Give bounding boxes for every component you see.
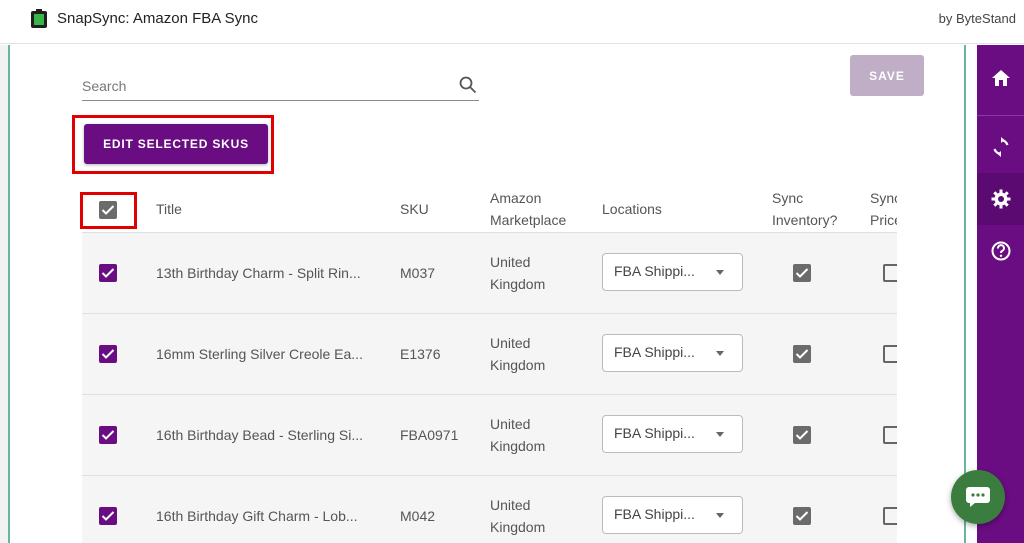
row-title: 16th Birthday Gift Charm - Lob... [156, 508, 358, 524]
sidebar-item-home[interactable] [977, 52, 1024, 104]
location-select-value: FBA Shippi... [614, 263, 695, 279]
table-row[interactable]: 13th Birthday Charm - Split Rin... M037 … [82, 232, 897, 313]
search-input[interactable] [82, 75, 442, 97]
sidebar-divider [977, 115, 1024, 116]
location-select[interactable]: FBA Shippi... [602, 334, 743, 372]
sync-inventory-checkbox[interactable] [793, 426, 811, 444]
home-icon [991, 70, 1010, 86]
row-marketplace-line1: United [490, 416, 531, 432]
location-select[interactable]: FBA Shippi... [602, 253, 743, 291]
chevron-down-icon [716, 513, 724, 518]
sidebar [977, 45, 1024, 543]
row-sku: E1376 [400, 346, 441, 362]
table-row[interactable]: 16mm Sterling Silver Creole Ea... E1376 … [82, 313, 897, 394]
check-icon [101, 349, 115, 359]
sync-inventory-checkbox[interactable] [793, 264, 811, 282]
select-all-checkbox[interactable] [99, 201, 117, 219]
sync-icon [992, 137, 1009, 157]
chevron-down-icon [716, 270, 724, 275]
settings-icon [991, 189, 1010, 209]
sync-price-checkbox[interactable] [883, 345, 897, 363]
sidebar-item-sync[interactable] [977, 121, 1024, 173]
row-marketplace-line1: United [490, 497, 531, 513]
header-sync-price-line1: Sync [870, 190, 897, 206]
row-marketplace-line1: United [490, 335, 531, 351]
sync-inventory-checkbox[interactable] [793, 507, 811, 525]
chevron-down-icon [716, 432, 724, 437]
header-sync-inventory-line2: Inventory? [772, 212, 838, 228]
location-select-value: FBA Shippi... [614, 344, 695, 360]
sidebar-item-help[interactable] [977, 225, 1024, 277]
location-select[interactable]: FBA Shippi... [602, 415, 743, 453]
search-field [82, 71, 479, 101]
sync-price-checkbox[interactable] [883, 507, 897, 525]
chevron-down-icon [716, 351, 724, 356]
header-sync-inventory-line1: Sync [772, 190, 804, 206]
row-title: 13th Birthday Charm - Split Rin... [156, 265, 361, 281]
location-select-value: FBA Shippi... [614, 425, 695, 441]
background-strip [0, 45, 8, 543]
app-logo-icon [31, 9, 47, 28]
location-select-value: FBA Shippi... [614, 506, 695, 522]
header-sync-price-line2: Price? [870, 212, 897, 228]
header-sku[interactable]: SKU [400, 198, 429, 220]
row-marketplace-line2: Kingdom [490, 357, 546, 373]
app-header: SnapSync: Amazon FBA Sync by ByteStand [0, 0, 1024, 44]
header-locations: Locations [602, 201, 662, 217]
check-icon [795, 430, 809, 440]
check-icon [795, 511, 809, 521]
check-icon [795, 349, 809, 359]
row-marketplace-line2: Kingdom [490, 438, 546, 454]
row-sku: M042 [400, 508, 436, 524]
row-title: 16th Birthday Bead - Sterling Si... [156, 427, 363, 443]
check-icon [101, 205, 115, 215]
row-title: 16mm Sterling Silver Creole Ea... [156, 346, 363, 362]
chat-icon [966, 487, 990, 507]
location-select[interactable]: FBA Shippi... [602, 496, 743, 534]
chat-launcher-button[interactable] [951, 470, 1005, 524]
app-byline: by ByteStand [938, 11, 1016, 26]
row-marketplace-line2: Kingdom [490, 276, 546, 292]
table-row[interactable]: 16th Birthday Gift Charm - Lob... M042 U… [82, 475, 897, 543]
sidebar-item-settings[interactable] [977, 173, 1024, 225]
row-select-checkbox[interactable] [99, 426, 117, 444]
sync-inventory-checkbox[interactable] [793, 345, 811, 363]
check-icon [795, 268, 809, 278]
help-icon [991, 241, 1010, 261]
sync-price-checkbox[interactable] [883, 426, 897, 444]
row-marketplace-line2: Kingdom [490, 519, 546, 535]
main-panel: SAVE EDIT SELECTED SKUS Title SKU Amazon… [8, 45, 966, 543]
check-icon [101, 430, 115, 440]
edit-selected-skus-button[interactable]: EDIT SELECTED SKUS [84, 124, 268, 164]
row-select-checkbox[interactable] [99, 264, 117, 282]
sku-table: Title SKU Amazon Marketplace Locations S… [82, 185, 897, 543]
header-marketplace-line2: Marketplace [490, 212, 567, 228]
row-select-checkbox[interactable] [99, 507, 117, 525]
header-title[interactable]: Title [156, 198, 182, 220]
save-button[interactable]: SAVE [850, 55, 924, 96]
row-sku: M037 [400, 265, 436, 281]
app-title: SnapSync: Amazon FBA Sync [57, 10, 258, 27]
table-row[interactable]: 16th Birthday Bead - Sterling Si... FBA0… [82, 394, 897, 475]
sync-price-checkbox[interactable] [883, 264, 897, 282]
search-icon[interactable] [459, 76, 477, 94]
check-icon [101, 511, 115, 521]
check-icon [101, 268, 115, 278]
row-marketplace-line1: United [490, 254, 531, 270]
row-sku: FBA0971 [400, 427, 459, 443]
header-marketplace-line1: Amazon [490, 190, 542, 206]
row-select-checkbox[interactable] [99, 345, 117, 363]
